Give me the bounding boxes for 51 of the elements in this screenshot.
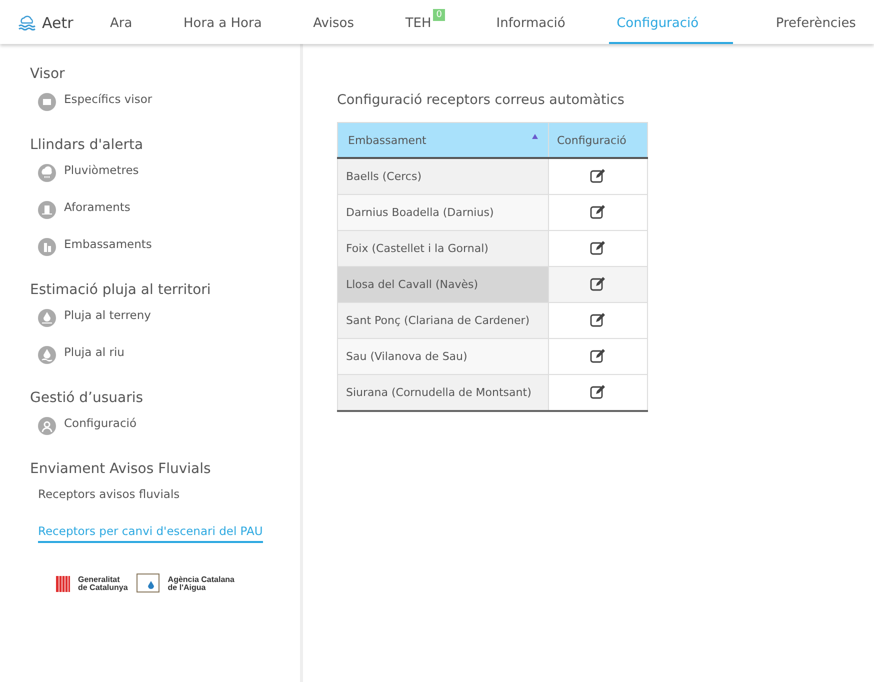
sidebar-link[interactable]: Específics visor (64, 92, 152, 111)
nav-tab[interactable]: Informació (488, 9, 574, 44)
sidebar-link[interactable]: Configuració (64, 416, 137, 435)
app-name: Aetr (42, 14, 74, 32)
river-icon (38, 346, 56, 364)
nav-tab[interactable]: Preferències (768, 9, 864, 44)
edit-icon[interactable] (590, 384, 606, 398)
nav-tab[interactable]: Hora a Hora (176, 9, 270, 44)
section-title: Estimació pluja al territori (30, 282, 212, 298)
column-header[interactable]: Configuració (548, 122, 648, 158)
flag-stripes-icon (56, 576, 70, 592)
dam-icon (38, 238, 56, 256)
sidebar-link[interactable]: Pluviòmetres (64, 163, 139, 182)
sidebar-link[interactable]: Receptors avisos fluvials (38, 487, 180, 506)
sidebar-link[interactable]: Embassaments (64, 237, 152, 256)
nav-tab[interactable]: TEH 0 (397, 9, 453, 44)
table-cell: Foix (Castellet i la Gornal) (338, 230, 548, 266)
sidebar-link[interactable]: Pluja al riu (64, 345, 124, 364)
monitor-icon (38, 92, 56, 110)
edit-icon[interactable] (590, 240, 606, 254)
count-badge: 0 (433, 9, 445, 21)
water-drop-logo-icon (136, 573, 160, 595)
rain-icon (38, 164, 56, 182)
section-title: Llindars d'alerta (30, 137, 144, 153)
nav-tab[interactable]: Avisos (305, 9, 362, 44)
edit-icon[interactable] (590, 168, 606, 182)
sidebar-link[interactable]: Pluja al terreny (64, 308, 151, 327)
edit-icon[interactable] (590, 348, 606, 362)
section-title: Enviament Avisos Fluvials (30, 461, 212, 477)
edit-icon[interactable] (590, 312, 606, 326)
gauge-icon (38, 200, 56, 218)
section-title: Gestió d’usuaris (30, 390, 144, 406)
table-cell: Llosa del Cavall (Navès) (338, 266, 548, 302)
edit-icon[interactable] (590, 204, 606, 218)
table-cell: Sau (Vilanova de Sau) (338, 338, 548, 374)
user-icon (38, 416, 56, 434)
sort-up-icon (532, 134, 538, 138)
column-header[interactable]: Embassament (338, 122, 548, 158)
nav-tab[interactable]: Ara (102, 9, 140, 44)
table-cell: Siurana (Cornudella de Montsant) (338, 374, 548, 411)
logo-text: Generalitat de Catalunya (78, 576, 128, 592)
edit-icon[interactable] (590, 276, 606, 290)
table-cell: Baells (Cercs) (338, 158, 548, 194)
drop-icon (38, 308, 56, 326)
logo-text: Agència Catalana de l'Aigua (168, 576, 234, 592)
cloud-water-icon (18, 14, 36, 32)
page-title: Configuració receptors correus automàtics (337, 92, 626, 108)
section-title: Visor (30, 66, 66, 82)
sidebar-link[interactable]: Aforaments (64, 200, 130, 219)
table-cell: Darnius Boadella (Darnius) (338, 194, 548, 230)
table-cell: Sant Ponç (Clariana de Cardener) (338, 302, 548, 338)
